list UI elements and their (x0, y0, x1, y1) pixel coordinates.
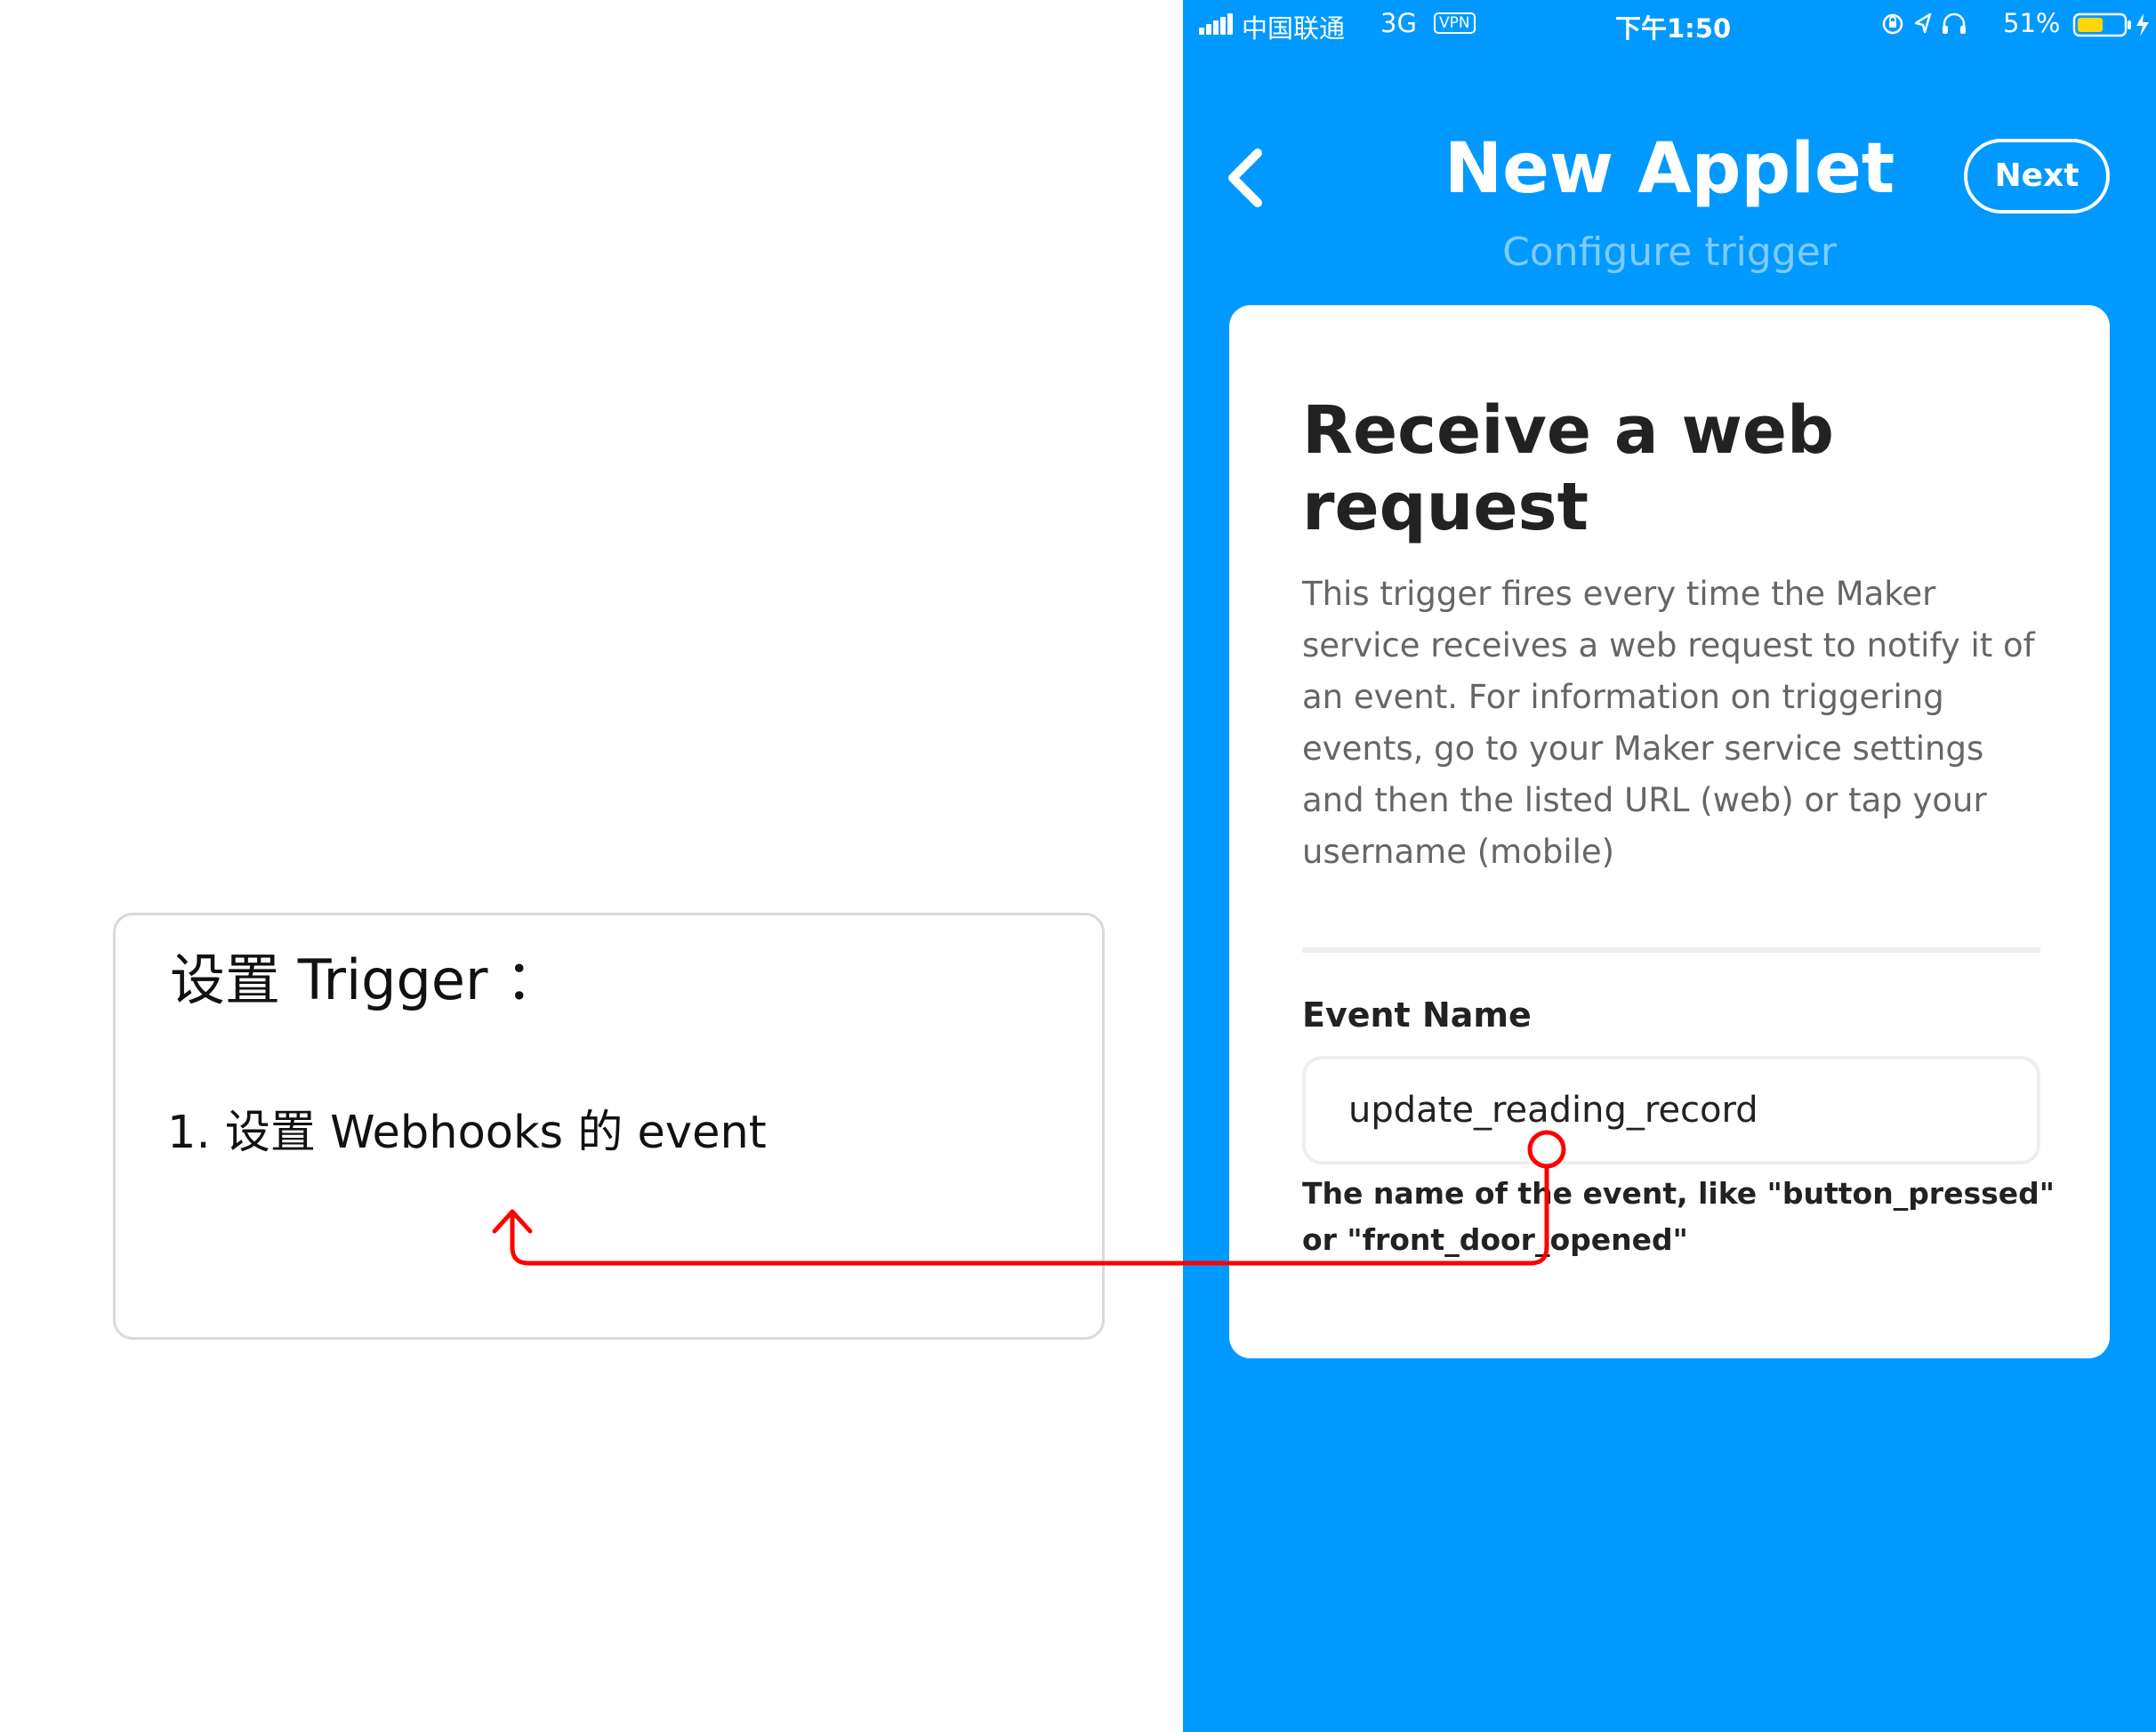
battery-icon (2072, 12, 2149, 37)
trigger-heading: Receive a web request (1302, 392, 1834, 545)
carrier-name: 中国联通 (1242, 13, 1346, 44)
chevron-left-icon (1228, 149, 1262, 207)
status-time: 下午1:50 (1615, 13, 1732, 44)
network-type: 3G (1380, 8, 1417, 38)
annotation-title: 设置 Trigger ： (170, 947, 561, 1012)
trigger-description: This trigger fires every time the Maker … (1302, 575, 2035, 871)
annotation-step-1: 1. 设置 Webhooks 的 event (167, 1107, 767, 1159)
event-name-label: Event Name (1302, 995, 1532, 1035)
event-name-input[interactable] (1302, 1056, 2040, 1164)
charging-icon (2136, 13, 2149, 36)
annotation-card: 设置 Trigger ： 1. 设置 Webhooks 的 event (113, 913, 1105, 1340)
orientation-lock-icon (1882, 13, 1903, 35)
back-button[interactable] (1219, 142, 1272, 213)
status-icons (1882, 12, 1966, 35)
headphones-icon (1943, 12, 1966, 34)
page-subtitle: Configure trigger (1502, 230, 1837, 275)
battery-percent: 51% (2003, 8, 2061, 38)
phone-screen: 中国联通 3G VPN 下午1:50 51% New Applet Config… (1183, 0, 2156, 1732)
trigger-card: Receive a web request This trigger fires… (1229, 305, 2110, 1358)
next-button[interactable]: Next (1964, 139, 2110, 213)
location-icon (1914, 12, 1932, 34)
signal-icon (1199, 13, 1233, 35)
vpn-badge: VPN (1434, 12, 1476, 34)
status-bar: 中国联通 3G VPN 下午1:50 51% (1183, 0, 2156, 50)
screenshot-canvas: 设置 Trigger ： 1. 设置 Webhooks 的 event 中国联通… (0, 0, 2156, 1732)
event-name-help: The name of the event, like "button_pres… (1302, 1176, 2055, 1257)
divider (1302, 947, 2040, 953)
